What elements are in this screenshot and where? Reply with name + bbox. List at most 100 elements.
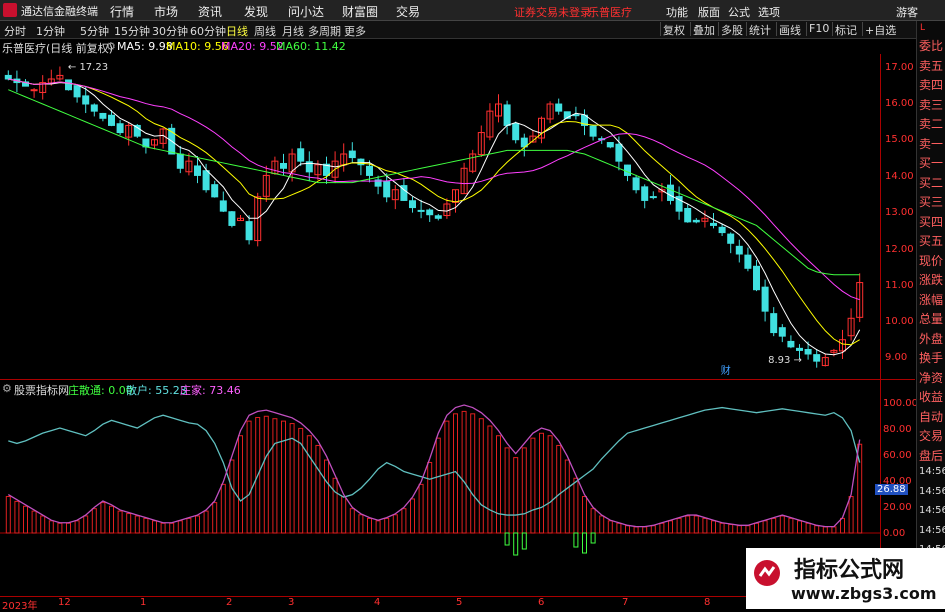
multi-stock-button[interactable]: 多股: [718, 22, 745, 37]
candle-body: [787, 340, 795, 348]
panel-label: 14:56: [919, 485, 945, 497]
menu-discover[interactable]: 发现: [244, 3, 268, 20]
candle-body: [434, 215, 442, 219]
indicator-bar: [349, 508, 355, 534]
candle-body: [512, 122, 520, 141]
candle-body: [753, 265, 760, 291]
indicator-bar: [177, 520, 183, 534]
indicator-bar: [367, 517, 372, 534]
indicator-bar: [633, 526, 639, 534]
x-label: 12: [58, 597, 71, 608]
panel-label: 买三: [919, 195, 944, 209]
title-bar: 通达信金融终端 行情 市场 资讯 发现 问小达 财富圈 交易 证券交易未登录 乐…: [0, 0, 945, 21]
indicator-bar: [599, 515, 605, 534]
candle-body: [202, 170, 210, 191]
ma10-label: MA10: 9.56: [166, 40, 229, 53]
indicator-bar: [100, 502, 106, 534]
panel-corner-icon[interactable]: L: [920, 23, 925, 33]
tf-60min[interactable]: 60分钟: [190, 23, 226, 39]
panel-label: 14:56: [919, 524, 945, 536]
mark-button[interactable]: 标记: [832, 22, 859, 37]
menu-market[interactable]: 市场: [154, 3, 178, 20]
candle-body: [426, 209, 434, 216]
menu-options[interactable]: 选项: [758, 4, 780, 20]
indicator-bar: [289, 423, 295, 534]
indicator-bar: [693, 515, 699, 534]
menu-function[interactable]: 功能: [666, 4, 688, 20]
menu-formula[interactable]: 公式: [728, 4, 750, 20]
price-tick: 13.00: [885, 207, 914, 218]
indicator-bar: [246, 420, 252, 534]
x-label: 7: [622, 597, 629, 608]
indicator-bar: [31, 510, 37, 534]
draw-button[interactable]: 画线: [776, 22, 803, 37]
x-label: 2: [226, 597, 233, 608]
menu-trade[interactable]: 交易: [396, 3, 420, 20]
indicator-bar: [745, 525, 751, 534]
indicator-bar: [14, 500, 20, 534]
tf-5min[interactable]: 5分钟: [80, 23, 109, 39]
menu-wealth[interactable]: 财富圈: [342, 3, 378, 20]
candle-body: [211, 184, 219, 198]
pane-divider[interactable]: [0, 379, 915, 380]
panel-label: 交易: [919, 429, 944, 443]
tf-weekly[interactable]: 周线: [254, 23, 276, 39]
watermark-logo-icon: [754, 560, 780, 586]
panel-label: 卖三: [919, 97, 944, 112]
indicator-gear-icon[interactable]: ⚙: [2, 382, 12, 395]
overlay-button[interactable]: 叠加: [690, 22, 717, 37]
login-alert[interactable]: 证券交易未登录: [514, 4, 591, 20]
add-watchlist-button[interactable]: +自选: [862, 22, 898, 37]
panel-label: 外盘: [919, 331, 944, 346]
indicator-bar: [530, 437, 536, 534]
indicator-bar: [263, 415, 269, 534]
price-chart[interactable]: ← 17.23 8.93 → 财: [0, 54, 880, 379]
candle-body: [176, 153, 184, 169]
tf-intraday[interactable]: 分时: [4, 23, 26, 39]
indicator-bar: [771, 517, 777, 534]
panel-label: 收益: [919, 390, 944, 404]
panel-label: 卖一: [919, 136, 944, 151]
candle-body: [503, 104, 511, 126]
tf-1min[interactable]: 1分钟: [36, 23, 65, 39]
adjust-button[interactable]: 复权: [660, 22, 687, 37]
indicator-legend: ⚙ 股票指标网 庄散通: 0.00 散户: 55.23 庄家: 73.46: [0, 381, 880, 397]
stats-button[interactable]: 统计: [746, 22, 773, 37]
indicator-bar: [401, 508, 407, 534]
indicator-bar: [57, 522, 63, 534]
tf-daily[interactable]: 日线: [226, 23, 248, 39]
indicator-bar: [487, 425, 493, 534]
watermark-url: www.zbgs3.com: [791, 584, 937, 603]
tf-monthly[interactable]: 月线: [282, 23, 304, 39]
indicator-bar: [762, 520, 768, 534]
candle-body: [735, 245, 743, 255]
indicator-bar: [143, 517, 149, 534]
menu-news[interactable]: 资讯: [198, 3, 222, 20]
tf-more[interactable]: 更多: [344, 23, 366, 39]
price-tick: 10.00: [885, 316, 914, 327]
indicator-bar: [83, 515, 89, 534]
candle-body: [245, 221, 253, 241]
candle-body: [417, 209, 425, 212]
candle-body: [649, 196, 657, 199]
f10-button[interactable]: F10: [806, 22, 831, 36]
price-tick: 9.00: [885, 352, 908, 363]
indicator-bar: [668, 520, 673, 534]
settings-gear-icon[interactable]: ⚙: [106, 40, 116, 53]
indicator-bar: [848, 496, 854, 534]
tf-15min[interactable]: 15分钟: [114, 23, 150, 39]
panel-label: 卖二: [919, 117, 944, 131]
menu-quotes[interactable]: 行情: [110, 3, 134, 20]
indicator-bar: [642, 526, 648, 534]
candle-body: [710, 222, 717, 226]
candle-body: [383, 181, 391, 198]
menu-ask[interactable]: 问小达: [288, 3, 324, 20]
tf-30min[interactable]: 30分钟: [152, 23, 188, 39]
guest-login[interactable]: 游客: [896, 4, 918, 20]
indicator-bar: [418, 483, 424, 534]
indicator-bar: [410, 498, 415, 534]
panel-label: 买二: [919, 175, 944, 190]
banker-line: [7, 404, 861, 528]
tf-multi[interactable]: 多周期: [308, 23, 341, 39]
menu-layout[interactable]: 版面: [698, 4, 720, 20]
